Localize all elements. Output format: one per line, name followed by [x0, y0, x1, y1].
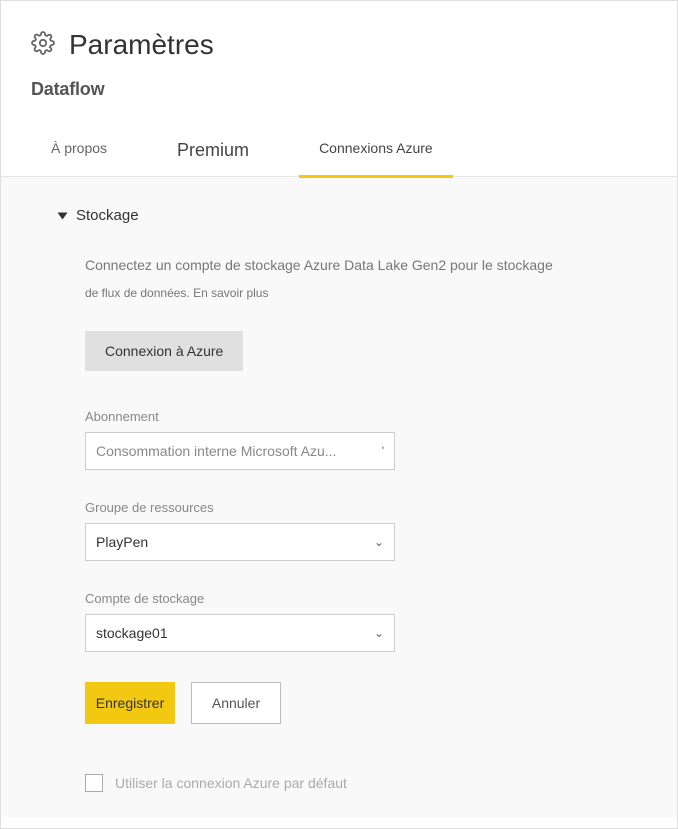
section-title-storage: Stockage — [76, 207, 139, 224]
resource-group-label: Groupe de ressources — [85, 500, 637, 515]
storage-account-select[interactable]: stockage01 ⌄ — [85, 614, 395, 652]
storage-account-label: Compte de stockage — [85, 591, 637, 606]
desc-line-2: de flux de données. En savoir plus — [85, 286, 268, 300]
page-title: Paramètres — [69, 29, 214, 61]
resource-group-value: PlayPen — [96, 534, 148, 550]
chevron-down-icon — [58, 212, 68, 219]
tabs: À propos Premium Connexions Azure — [1, 128, 677, 177]
resource-group-select[interactable]: PlayPen ⌄ — [85, 523, 395, 561]
settings-panel: Stockage Connectez un compte de stockage… — [1, 177, 677, 817]
storage-description: Connectez un compte de stockage Azure Da… — [85, 252, 637, 305]
tab-azure-connections[interactable]: Connexions Azure — [299, 128, 453, 178]
caret-icon: ' — [382, 444, 384, 458]
cancel-button[interactable]: Annuler — [191, 682, 281, 724]
save-button[interactable]: Enregistrer — [85, 682, 175, 724]
desc-line-1: Connectez un compte de stockage Azure Da… — [85, 257, 553, 273]
storage-account-value: stockage01 — [96, 625, 168, 641]
default-connection-label: Utiliser la connexion Azure par défaut — [115, 775, 347, 791]
gear-icon — [31, 31, 55, 60]
page-subtitle: Dataflow — [31, 79, 647, 100]
chevron-down-icon: ⌄ — [374, 626, 384, 640]
subscription-select[interactable]: Consommation interne Microsoft Azu... ' — [85, 432, 395, 470]
tab-about[interactable]: À propos — [31, 128, 127, 178]
chevron-down-icon: ⌄ — [374, 535, 384, 549]
tab-premium[interactable]: Premium — [137, 128, 289, 178]
title-row: Paramètres — [31, 29, 647, 61]
subscription-label: Abonnement — [85, 409, 637, 424]
subscription-value: Consommation interne Microsoft Azu... — [96, 443, 336, 459]
connect-azure-button[interactable]: Connexion à Azure — [85, 331, 243, 371]
default-connection-checkbox[interactable] — [85, 774, 103, 792]
storage-section-header[interactable]: Stockage — [59, 207, 637, 224]
